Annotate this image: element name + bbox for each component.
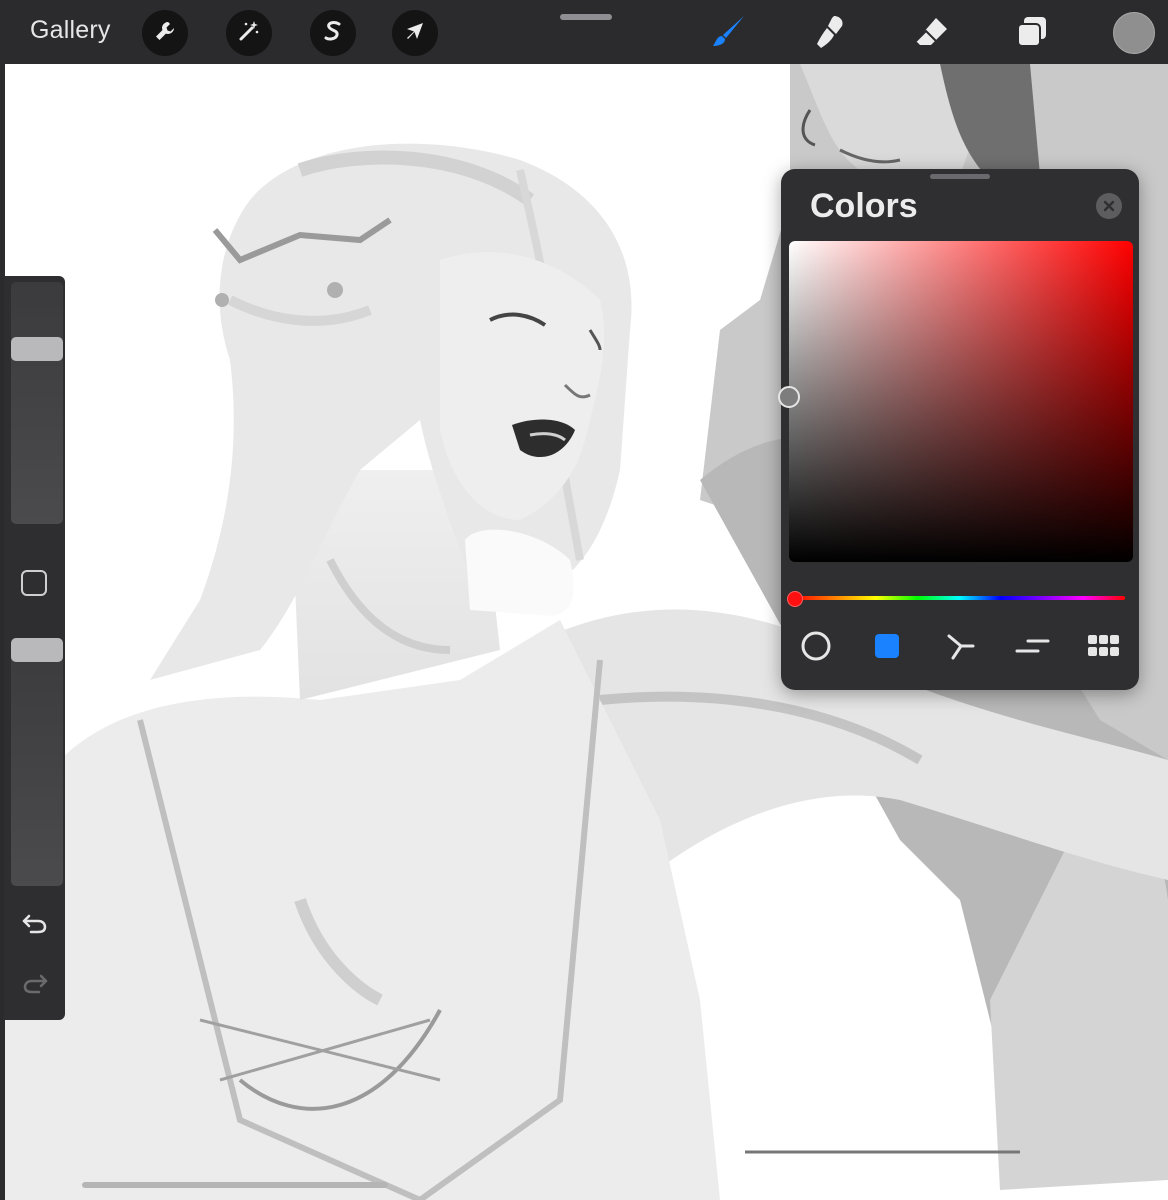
harmony-mode-button[interactable] — [941, 628, 981, 668]
value-mode-button[interactable] — [1012, 628, 1052, 668]
classic-mode-button[interactable] — [867, 628, 907, 668]
hue-knob[interactable] — [787, 591, 803, 607]
home-indicator[interactable] — [82, 1182, 388, 1188]
opacity-thumb[interactable] — [11, 638, 63, 662]
wrench-icon — [153, 19, 177, 48]
disc-mode-button[interactable] — [796, 628, 836, 668]
left-sidebar — [4, 276, 65, 1020]
layers-button[interactable] — [1010, 12, 1054, 56]
color-selection-handle[interactable] — [778, 386, 800, 408]
sliders-icon — [1014, 630, 1050, 667]
palettes-mode-button[interactable] — [1084, 628, 1124, 668]
arrow-cursor-icon — [403, 19, 427, 48]
colors-panel: Colors — [778, 169, 1139, 690]
harmony-icon — [945, 630, 977, 667]
eraser-icon — [912, 12, 952, 57]
brush-button[interactable] — [708, 12, 752, 56]
saturation-brightness-picker[interactable] — [778, 241, 1133, 562]
smudge-button[interactable] — [810, 12, 854, 56]
brush-icon — [710, 12, 750, 57]
colors-panel-title: Colors — [810, 187, 918, 225]
redo-button[interactable] — [21, 972, 49, 996]
modify-button[interactable] — [21, 570, 47, 596]
selection-button[interactable] — [310, 10, 356, 56]
circle-icon — [800, 630, 832, 667]
selection-s-icon — [321, 19, 345, 48]
top-toolbar: Gallery — [0, 0, 1168, 64]
hue-slider[interactable] — [787, 591, 1125, 607]
brush-size-thumb[interactable] — [11, 337, 63, 361]
eraser-button[interactable] — [910, 12, 954, 56]
adjustments-button[interactable] — [226, 10, 272, 56]
current-color-swatch[interactable] — [1113, 12, 1155, 54]
gallery-button[interactable]: Gallery — [30, 16, 111, 45]
smudge-finger-icon — [812, 12, 852, 57]
redo-icon — [21, 974, 49, 1000]
actions-button[interactable] — [142, 10, 188, 56]
close-button[interactable] — [1096, 193, 1122, 219]
undo-button[interactable] — [21, 912, 49, 936]
square-icon — [873, 632, 901, 665]
grid-icon — [1087, 632, 1121, 665]
close-icon — [1103, 196, 1115, 217]
transform-button[interactable] — [392, 10, 438, 56]
brush-size-slider[interactable] — [11, 282, 63, 524]
panel-drag-handle[interactable] — [930, 174, 990, 179]
opacity-slider[interactable] — [11, 638, 63, 886]
layers-icon — [1012, 12, 1052, 57]
toolbar-grabber[interactable] — [560, 14, 612, 20]
undo-icon — [21, 914, 49, 940]
magic-wand-icon — [237, 19, 261, 48]
